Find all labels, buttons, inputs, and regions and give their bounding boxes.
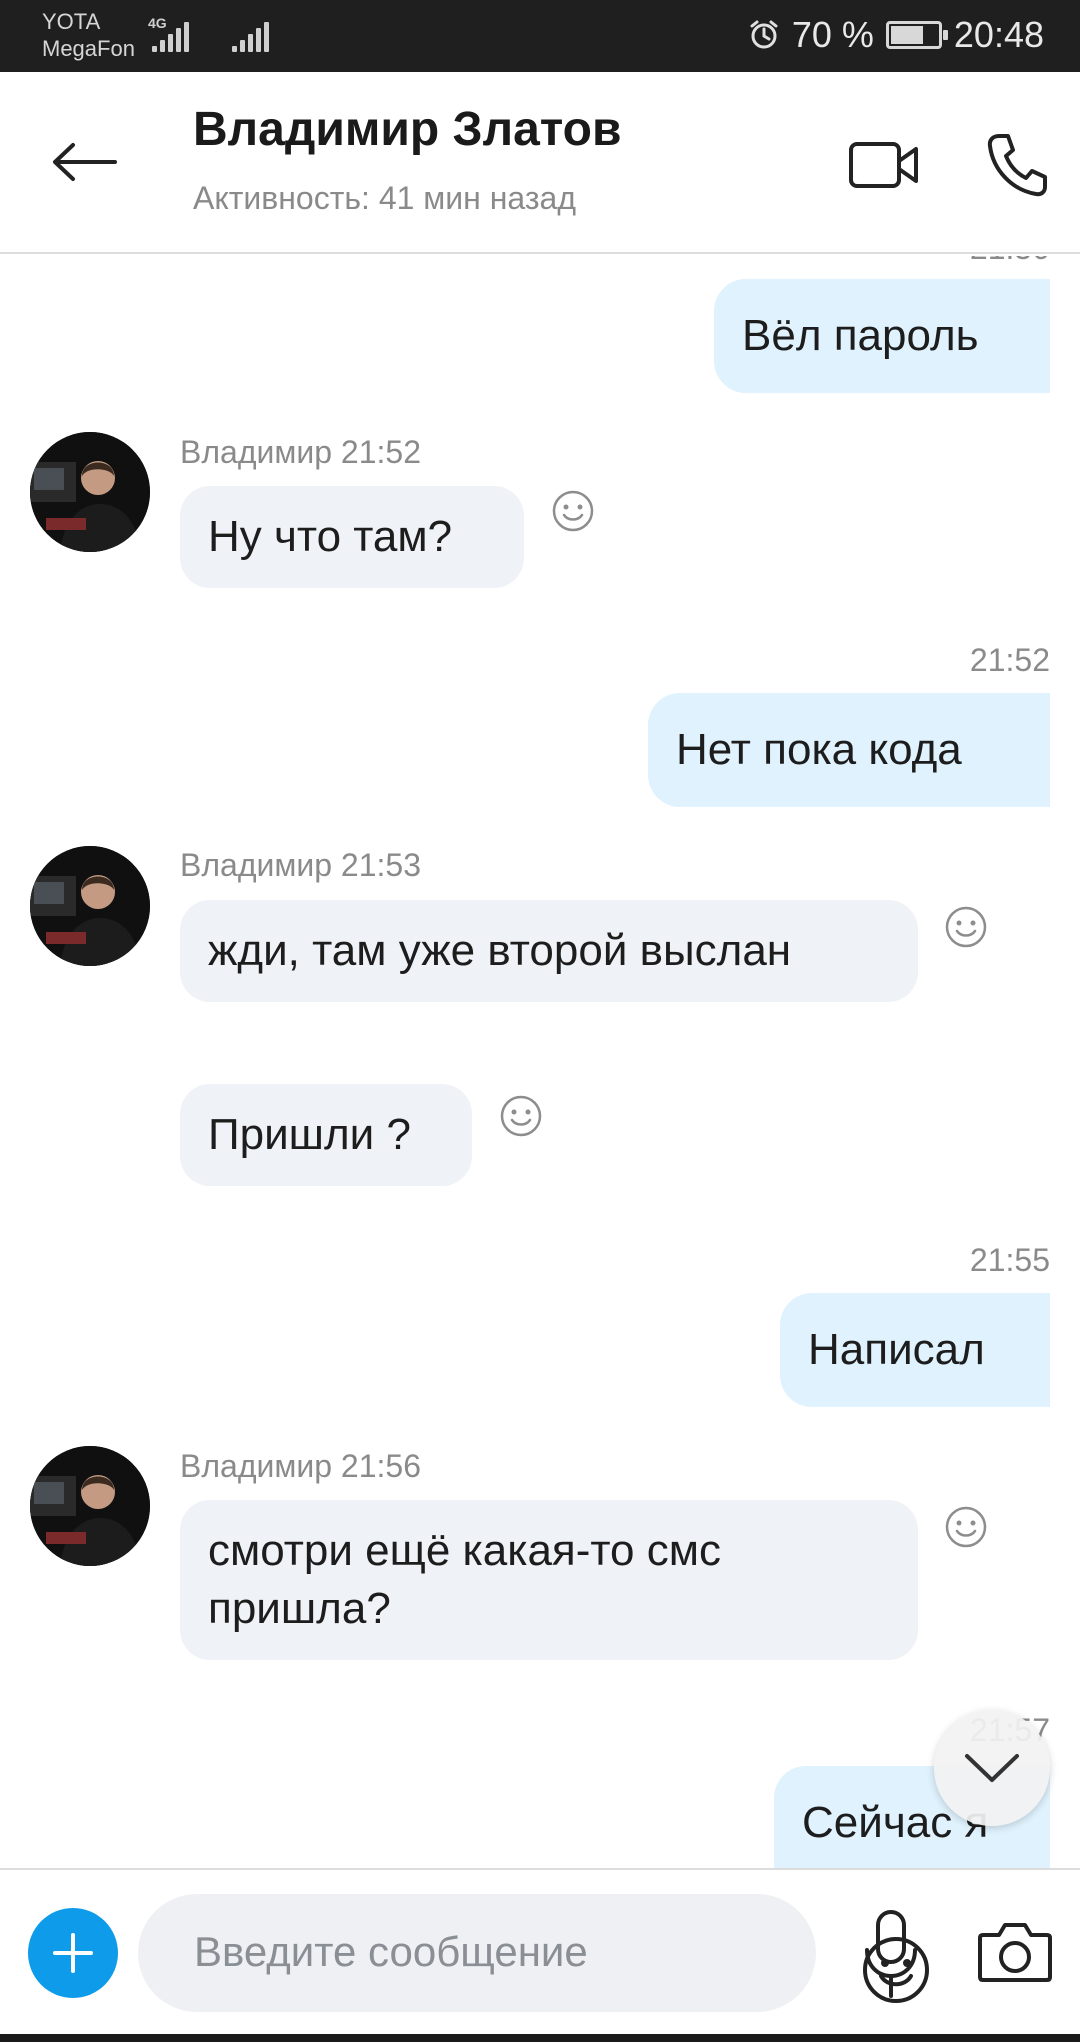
message-timestamp: 21:55 [969,1242,1050,1278]
back-button[interactable] [48,132,120,192]
carrier-1: YOTA [42,9,101,34]
incoming-message-bubble[interactable]: смотри ещё какая-то смс пришла? [180,1500,918,1660]
arrow-left-icon [53,143,117,181]
avatar-photo [30,432,150,552]
camera-button[interactable] [972,1912,1058,1992]
carrier-labels: YOTA MegaFon [42,8,135,62]
video-call-button[interactable] [846,130,922,200]
sender-name-time: Владимир 21:53 [180,847,421,883]
battery-fill [890,26,924,44]
message-composer [0,1868,1080,2042]
message-input-container [138,1894,929,2012]
phone-icon [987,134,1047,197]
incoming-message-bubble[interactable]: Пришли ? [180,1084,472,1186]
avatar[interactable] [30,846,150,966]
message-timestamp: 21:52 [969,642,1050,678]
plus-icon [53,1933,93,1973]
chat-header: Владимир Златов Активность: 41 мин назад [0,72,1080,254]
signal-icon-1 [152,18,189,52]
incoming-message-bubble[interactable]: Ну что там? [180,486,524,588]
battery-percent: 70 % [791,14,874,55]
avatar-photo [30,846,150,966]
avatar-photo [30,1446,150,1566]
status-right: 70 % 20:48 [748,14,1044,56]
alarm-icon [750,20,778,49]
sender-name-time: Владимир 21:56 [180,1448,421,1484]
sender-name-time: Владимир 21:52 [180,434,421,470]
voice-message-button[interactable] [855,1906,927,2002]
system-nav-strip [0,2034,1080,2042]
camera-icon [978,1923,1052,1982]
clock: 20:48 [953,14,1044,55]
contact-status: Активность: 41 мин назад [193,180,576,216]
avatar[interactable] [30,1446,150,1566]
smiley-icon[interactable] [944,905,988,949]
scroll-to-bottom-button[interactable] [934,1710,1050,1826]
outgoing-message-bubble[interactable]: Нет пока кода [648,693,1050,807]
add-content-button[interactable] [28,1908,118,1998]
message-input[interactable] [194,1922,654,1982]
contact-name[interactable]: Владимир Златов [193,102,621,157]
smiley-icon[interactable] [499,1094,543,1138]
avatar[interactable] [30,432,150,552]
audio-call-button[interactable] [982,128,1052,202]
microphone-icon [865,1910,917,1998]
signal-icon-2 [232,18,269,52]
status-bar: YOTA MegaFon 4G 70 % 20:48 [0,0,1080,72]
video-camera-icon [849,142,918,188]
incoming-message-bubble[interactable]: жди, там уже второй выслан [180,900,918,1002]
smiley-icon[interactable] [551,489,595,533]
carrier-2: MegaFon [42,36,135,61]
smiley-icon[interactable] [944,1505,988,1549]
message-list[interactable]: 21:50 Вёл пароль Владимир 21:52 Ну что т… [0,256,1080,1868]
outgoing-message-bubble[interactable]: Написал [780,1293,1050,1407]
chevron-down-icon [965,1754,1019,1782]
outgoing-message-bubble[interactable]: Вёл пароль [714,279,1050,393]
battery-icon [885,21,948,49]
message-timestamp: 21:50 [970,256,1050,267]
